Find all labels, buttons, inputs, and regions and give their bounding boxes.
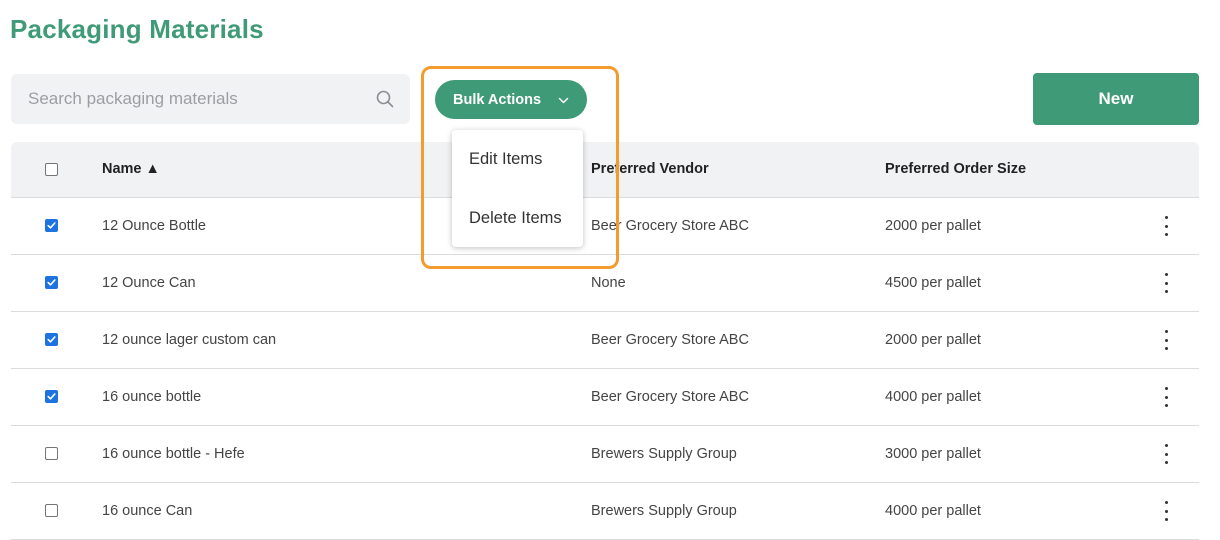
more-options-icon[interactable]: [1159, 444, 1173, 464]
more-options-icon[interactable]: [1159, 273, 1173, 293]
row-checkbox[interactable]: [45, 390, 58, 403]
cell-preferred-vendor: Beer Grocery Store ABC: [591, 218, 749, 234]
page-title: Packaging Materials: [10, 14, 264, 44]
column-header-preferred-vendor[interactable]: Preferred Vendor: [591, 142, 709, 197]
menu-item-edit-items[interactable]: Edit Items: [452, 130, 583, 188]
cell-name: 12 ounce lager custom can: [102, 332, 277, 348]
row-checkbox[interactable]: [45, 447, 58, 460]
table-body: 12 Ounce Bottle Beer Grocery Store ABC 200…: [11, 198, 1199, 540]
table-header: Name ▲ Preferred Vendor Preferred Order …: [11, 142, 1199, 198]
new-button[interactable]: New: [1033, 73, 1199, 125]
bulk-actions-label: Bulk Actions: [453, 91, 542, 108]
search-icon[interactable]: [376, 90, 394, 108]
cell-preferred-order-size: 4000 per pallet: [885, 389, 981, 405]
bulk-actions-button[interactable]: Bulk Actions: [435, 80, 587, 119]
table-row[interactable]: 12 Ounce Can None 4500 per pallet: [11, 255, 1199, 312]
cell-name: 16 ounce Can: [102, 503, 193, 519]
cell-preferred-vendor: Beer Grocery Store ABC: [591, 389, 749, 405]
bulk-actions-menu: Edit Items Delete Items: [452, 130, 583, 247]
search-box[interactable]: [11, 74, 410, 124]
row-checkbox[interactable]: [45, 333, 58, 346]
cell-preferred-order-size: 4500 per pallet: [885, 275, 981, 291]
menu-item-delete-items[interactable]: Delete Items: [452, 189, 583, 247]
row-checkbox[interactable]: [45, 276, 58, 289]
search-input[interactable]: [11, 74, 351, 124]
row-checkbox[interactable]: [45, 504, 58, 517]
table-row[interactable]: 12 Ounce Bottle Beer Grocery Store ABC 200…: [11, 198, 1199, 255]
cell-preferred-vendor: Beer Grocery Store ABC: [591, 332, 749, 348]
more-options-icon[interactable]: [1159, 501, 1173, 521]
column-header-preferred-order-size[interactable]: Preferred Order Size: [885, 142, 1026, 197]
more-options-icon[interactable]: [1159, 330, 1173, 350]
cell-preferred-order-size: 3000 per pallet: [885, 446, 981, 462]
cell-name: 12 Ounce Bottle: [102, 218, 206, 234]
cell-preferred-vendor: Brewers Supply Group: [591, 503, 737, 519]
select-all-checkbox[interactable]: [45, 163, 58, 176]
packaging-materials-table: Name ▲ Preferred Vendor Preferred Order …: [11, 142, 1199, 540]
cell-name: 16 ounce bottle: [102, 389, 202, 405]
cell-preferred-order-size: 2000 per pallet: [885, 332, 981, 348]
cell-preferred-vendor: Brewers Supply Group: [591, 446, 737, 462]
more-options-icon[interactable]: [1159, 216, 1173, 236]
chevron-down-icon: [558, 94, 569, 105]
row-checkbox[interactable]: [45, 219, 58, 232]
cell-preferred-vendor: None: [591, 275, 626, 291]
cell-preferred-order-size: 4000 per pallet: [885, 503, 981, 519]
cell-name: 16 ounce bottle - Hefe: [102, 446, 245, 462]
more-options-icon[interactable]: [1159, 387, 1173, 407]
table-row[interactable]: 16 ounce Can Brewers Supply Group 4000 per…: [11, 483, 1199, 540]
table-row[interactable]: 16 ounce bottle - Hefe Brewers Supply Gro…: [11, 426, 1199, 483]
table-row[interactable]: 12 ounce lager custom can Beer Grocery St…: [11, 312, 1199, 369]
cell-preferred-order-size: 2000 per pallet: [885, 218, 981, 234]
cell-name: 12 Ounce Can: [102, 275, 196, 291]
column-header-name[interactable]: Name ▲: [102, 142, 160, 197]
table-row[interactable]: 16 ounce bottle Beer Grocery Store ABC 400…: [11, 369, 1199, 426]
